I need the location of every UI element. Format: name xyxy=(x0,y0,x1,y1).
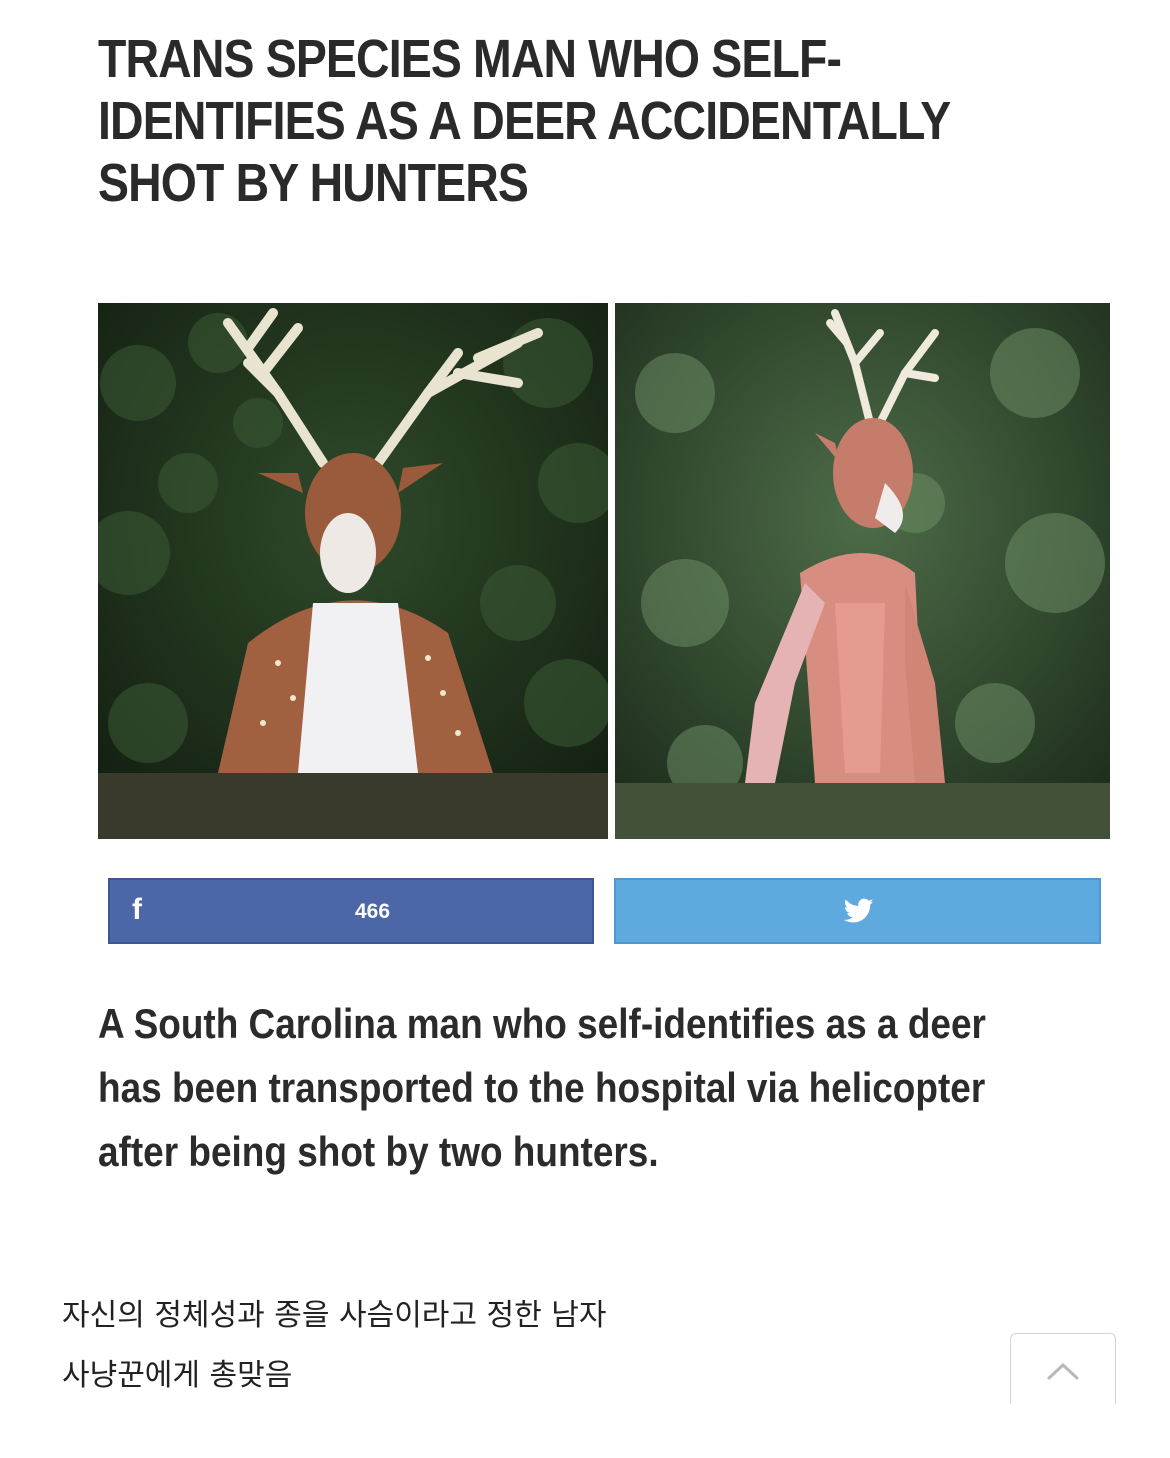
deer-costume-photo-front xyxy=(98,303,608,839)
facebook-icon: f xyxy=(132,893,142,926)
twitter-bird-icon xyxy=(844,898,874,923)
deer-costume-photo-side xyxy=(615,303,1110,839)
chevron-up-icon xyxy=(1047,1362,1079,1380)
caption-line-2: 사냥꾼에게 총맞음 xyxy=(62,1358,293,1393)
article-lede: A South Carolina man who self-identifies… xyxy=(98,1000,986,1175)
scroll-to-top-button[interactable] xyxy=(1010,1333,1116,1404)
article-photo-left xyxy=(98,303,608,839)
article-photo-right xyxy=(615,303,1110,839)
facebook-share-button[interactable]: f 466 xyxy=(108,878,594,944)
twitter-share-button[interactable] xyxy=(614,878,1101,944)
share-count: 466 xyxy=(355,900,391,923)
article-headline: TRANS SPECIES MAN WHO SELF-IDENTIFIES AS… xyxy=(98,29,950,213)
caption-line-1: 자신의 정체성과 종을 사슴이라고 정한 남자 xyxy=(62,1298,607,1333)
